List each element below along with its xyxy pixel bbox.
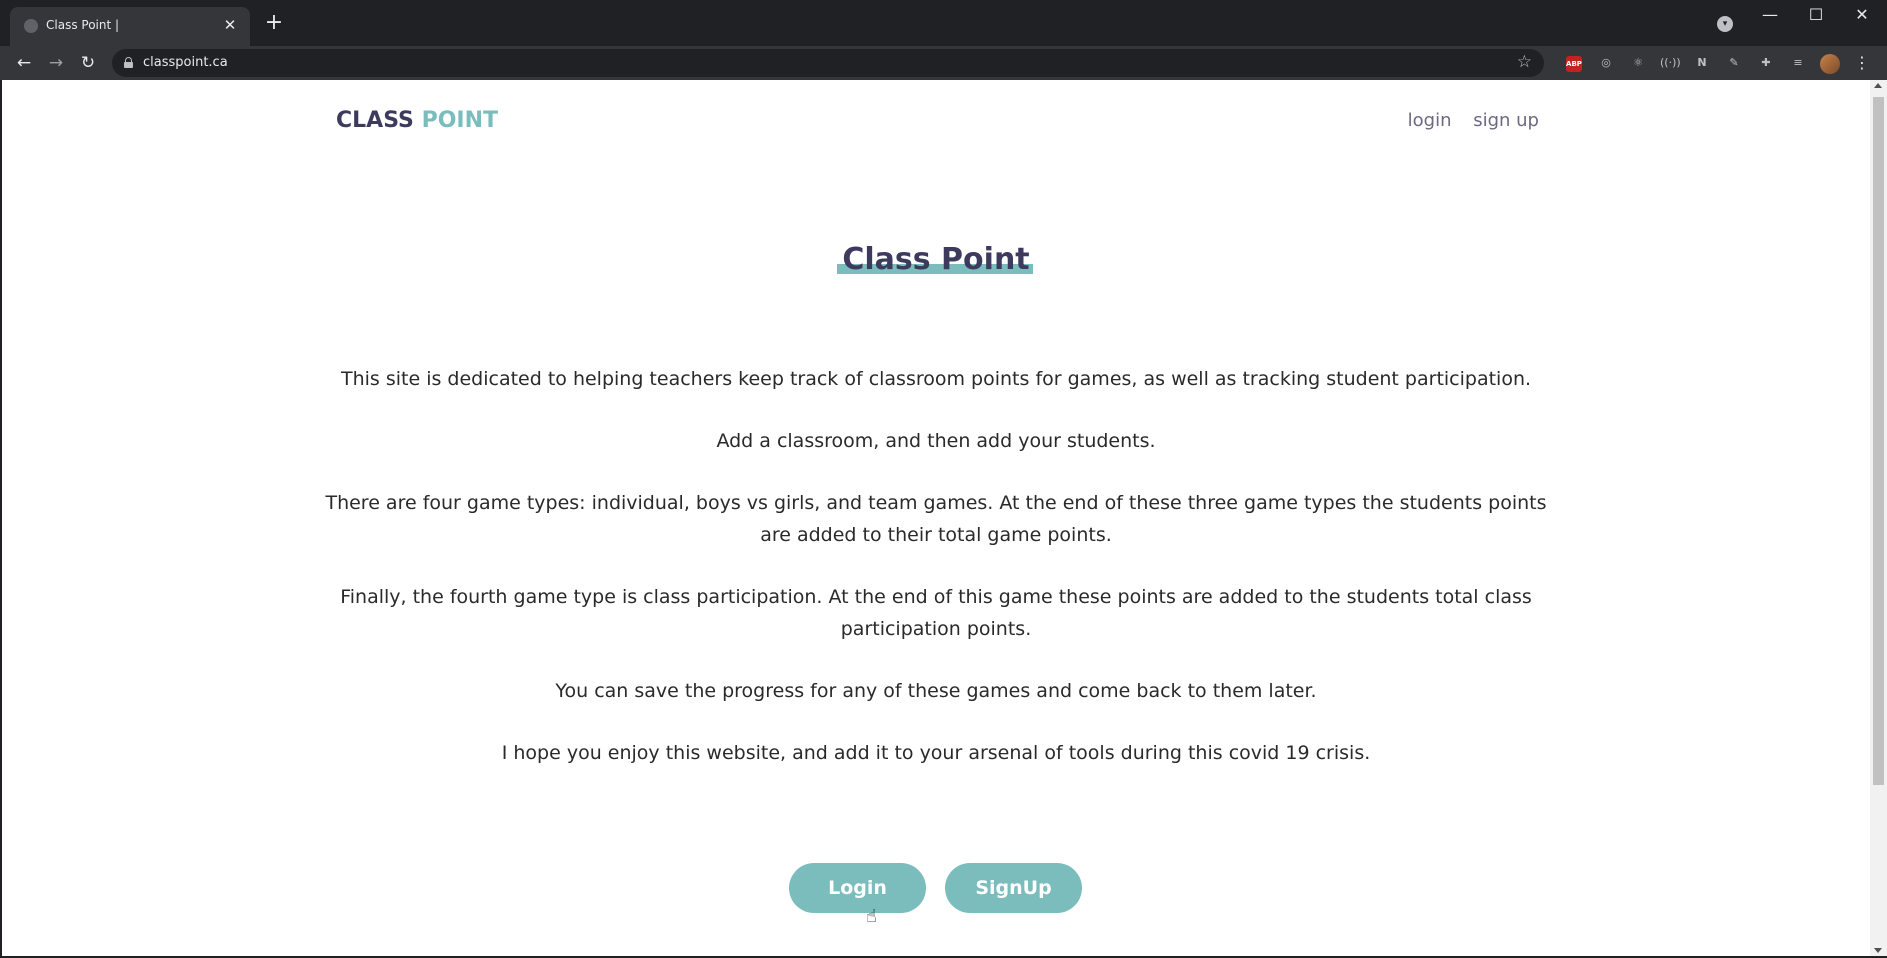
intro-paragraph-6: I hope you enjoy this website, and add i… bbox=[501, 742, 1371, 764]
page-viewport: CLASS POINT login sign up Class Point Th… bbox=[2, 80, 1870, 956]
intro-paragraph-1: This site is dedicated to helping teache… bbox=[340, 368, 1532, 390]
lock-icon[interactable] bbox=[124, 57, 133, 68]
tab-search-icon[interactable]: ▾ bbox=[1717, 16, 1733, 32]
nav-signup-link[interactable]: sign up bbox=[1473, 110, 1539, 131]
close-tab-icon[interactable]: ✕ bbox=[220, 15, 240, 35]
browser-tab[interactable]: Class Point | ✕ bbox=[10, 7, 250, 46]
star-icon[interactable]: ☆ bbox=[1517, 52, 1532, 72]
intro-text: This site is dedicated to helping teache… bbox=[322, 363, 1550, 799]
site-logo[interactable]: CLASS POINT bbox=[336, 108, 498, 133]
n-extension-icon[interactable]: N bbox=[1692, 53, 1712, 73]
scroll-up-arrow-icon[interactable] bbox=[1874, 83, 1882, 88]
adblock-extension-icon[interactable]: ABP bbox=[1564, 53, 1584, 73]
puzzle-icon[interactable]: ✚ bbox=[1756, 53, 1776, 73]
intro-paragraph-4: Finally, the fourth game type is class p… bbox=[340, 586, 1532, 640]
login-button[interactable]: Login bbox=[789, 863, 926, 913]
minimize-button[interactable]: — bbox=[1747, 0, 1793, 30]
new-tab-button[interactable]: + bbox=[262, 12, 286, 36]
url-text[interactable]: classpoint.ca bbox=[143, 55, 228, 70]
maximize-button[interactable]: ☐ bbox=[1793, 0, 1839, 30]
top-nav: login sign up bbox=[1392, 110, 1539, 131]
profile-avatar[interactable] bbox=[1820, 54, 1840, 74]
more-vertical-icon[interactable]: ⋮ bbox=[1852, 52, 1872, 74]
scroll-down-arrow-icon[interactable] bbox=[1874, 948, 1882, 953]
signup-button[interactable]: SignUp bbox=[945, 863, 1082, 913]
tab-title: Class Point | bbox=[46, 18, 120, 32]
signal-extension-icon[interactable]: ((·)) bbox=[1660, 53, 1681, 73]
scroll-thumb[interactable] bbox=[1873, 97, 1884, 785]
logo-point: POINT bbox=[421, 108, 499, 133]
nav-login-link[interactable]: login bbox=[1408, 110, 1452, 131]
intro-paragraph-3: There are four game types: individual, b… bbox=[325, 492, 1547, 546]
page-scrollbar[interactable] bbox=[1870, 80, 1887, 956]
close-window-button[interactable]: ✕ bbox=[1839, 0, 1885, 30]
page-title: Class Point bbox=[842, 242, 1030, 277]
reload-button[interactable]: ↻ bbox=[75, 50, 101, 76]
media-control-icon[interactable]: ≡ bbox=[1788, 53, 1808, 73]
browser-tabstrip: Class Point | ✕ + ▾ — ☐ ✕ bbox=[0, 0, 1887, 46]
browser-toolbar: ← → ↻ classpoint.ca ☆ ABP ◎ ⚛ ((·)) N ✎ … bbox=[0, 46, 1887, 80]
back-button[interactable]: ← bbox=[11, 50, 37, 76]
address-bar[interactable]: classpoint.ca ☆ bbox=[112, 49, 1544, 77]
target-extension-icon[interactable]: ◎ bbox=[1596, 53, 1616, 73]
forward-button[interactable]: → bbox=[43, 50, 69, 76]
logo-class: CLASS bbox=[336, 108, 414, 133]
react-extension-icon[interactable]: ⚛ bbox=[1628, 53, 1648, 73]
intro-paragraph-2: Add a classroom, and then add your stude… bbox=[716, 430, 1156, 452]
hand-cursor-icon: ☝ bbox=[866, 906, 877, 927]
intro-paragraph-5: You can save the progress for any of the… bbox=[555, 680, 1317, 702]
globe-icon bbox=[24, 19, 38, 33]
pen-extension-icon[interactable]: ✎ bbox=[1724, 53, 1744, 73]
